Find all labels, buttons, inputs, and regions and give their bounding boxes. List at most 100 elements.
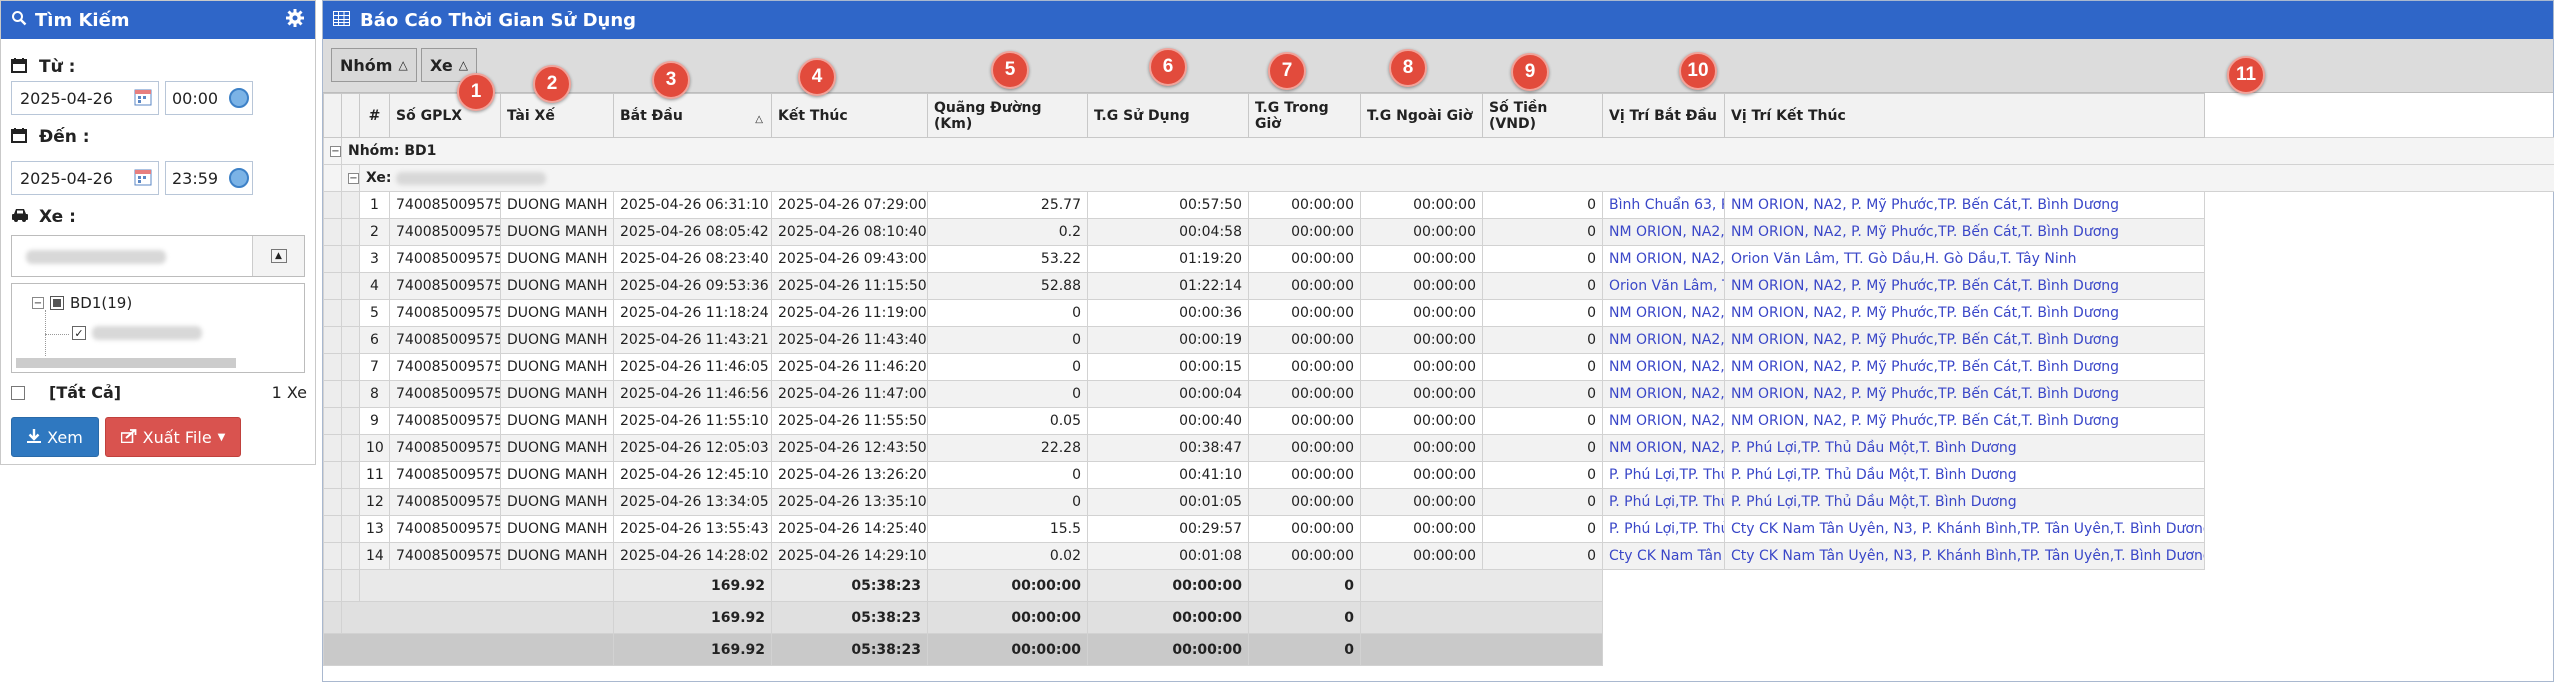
view-button[interactable]: Xem [11,417,99,457]
group-expander[interactable]: − [323,137,342,165]
end-time-cell: 2025-04-26 11:55:50 [771,407,928,435]
end-location-link[interactable]: P. Phú Lợi,TP. Thủ Dầu Một,T. Bình Dương [1724,461,2205,489]
row-gutter [341,488,360,516]
end-location-link[interactable]: NM ORION, NA2, P. Mỹ Phước,TP. Bến Cát,T… [1724,191,2205,219]
start-location-link[interactable]: NM ORION, NA2, P. Mỹ Phước,TP. Bến Cát,T… [1602,407,1725,435]
date-picker-icon[interactable] [133,167,155,189]
column-header-start-location[interactable]: Vị Trí Bắt Đầu [1602,93,1725,138]
end-location-link[interactable]: NM ORION, NA2, P. Mỹ Phước,TP. Bến Cát,T… [1724,218,2205,246]
start-time-cell: 2025-04-26 11:43:21 [613,326,772,354]
start-location-link[interactable]: NM ORION, NA2, P. Mỹ Phước,TP. Bến Cát,T… [1602,299,1725,327]
clock-icon[interactable] [229,88,249,108]
select-all-checkbox[interactable] [11,385,25,400]
end-location-link[interactable]: NM ORION, NA2, P. Mỹ Phước,TP. Bến Cát,T… [1724,407,2205,435]
table-row[interactable]: 1 740085009575 DUONG MANH 2025-04-26 06:31:… [323,191,2554,219]
start-time-cell: 2025-04-26 12:05:03 [613,434,772,462]
collapse-icon[interactable]: − [330,145,341,157]
license-cell: 740085009575 [389,272,501,300]
end-location-link[interactable]: NM ORION, NA2, P. Mỹ Phước,TP. Bến Cát,T… [1724,299,2205,327]
table-row[interactable]: 4 740085009575 DUONG MANH 2025-04-26 09:53:… [323,272,2554,300]
end-location-link[interactable]: Cty CK Nam Tân Uyên, N3, P. Khánh Bình,T… [1724,542,2205,570]
group-chip-nhom[interactable]: Nhóm △ [331,48,417,82]
date-picker-icon[interactable] [133,87,155,109]
start-location-link[interactable]: Cty CK Nam Tân Uyên, N3, P. Khánh Bình,T… [1602,542,1725,570]
to-date-input[interactable]: 2025-04-26 [11,161,159,195]
start-location-link[interactable]: NM ORION, NA2, P. Mỹ Phước,TP. Bến Cát,T… [1602,434,1725,462]
vehicle-group-expander[interactable]: − [341,164,360,192]
driver-cell: DUONG MANH [500,515,614,543]
from-date-input[interactable]: 2025-04-26 [11,81,159,115]
tree-collapse-icon[interactable]: − [32,297,44,309]
start-location-link[interactable]: Orion Văn Lâm, TT. Gò Dầu,H. Gò Dầu,T. T… [1602,272,1725,300]
start-location-link[interactable]: NM ORION, NA2, P. Mỹ Phước,TP. Bến Cát,T… [1602,218,1725,246]
select-all-label: [Tất Cả] [49,383,122,402]
start-location-link[interactable]: NM ORION, NA2, P. Mỹ Phước,TP. Bến Cát,T… [1602,353,1725,381]
table-row[interactable]: 10 740085009575 DUONG MANH 2025-04-26 12:05… [323,434,2554,462]
start-location-link[interactable]: NM ORION, NA2, P. Mỹ Phước,TP. Bến Cát,T… [1602,245,1725,273]
end-location-link[interactable]: P. Phú Lợi,TP. Thủ Dầu Một,T. Bình Dương [1724,488,2205,516]
end-location-link[interactable]: NM ORION, NA2, P. Mỹ Phước,TP. Bến Cát,T… [1724,326,2205,354]
start-location-link[interactable]: NM ORION, NA2, P. Mỹ Phước,TP. Bến Cát,T… [1602,326,1725,354]
column-header-usage-time[interactable]: T.G Sử Dụng [1087,93,1249,138]
row-index: 10 [359,434,390,462]
column-header-start[interactable]: Bắt Đầu △ [613,93,772,138]
end-location-link[interactable]: Orion Văn Lâm, TT. Gò Dầu,H. Gò Dầu,T. T… [1724,245,2205,273]
table-row[interactable]: 6 740085009575 DUONG MANH 2025-04-26 11:43:… [323,326,2554,354]
header-gutter [341,93,360,138]
amount-cell: 0 [1482,272,1603,300]
collapse-button[interactable]: ▲ [252,236,304,276]
column-header-out-hours[interactable]: T.G Ngoài Giờ [1360,93,1483,138]
start-location-link[interactable]: NM ORION, NA2, P. Mỹ Phước,TP. Bến Cát,T… [1602,380,1725,408]
driver-cell: DUONG MANH [500,542,614,570]
collapse-icon[interactable]: − [348,172,359,184]
column-header-in-hours[interactable]: T.G Trong Giờ [1248,93,1361,138]
column-header-distance[interactable]: Quãng Đường (Km) [927,93,1088,138]
table-row[interactable]: 5 740085009575 DUONG MANH 2025-04-26 11:18:… [323,299,2554,327]
table-row[interactable]: 9 740085009575 DUONG MANH 2025-04-26 11:55:… [323,407,2554,435]
start-location-link[interactable]: Bình Chuẩn 63, P. Bình Chuẩn,TP. Thuận A… [1602,191,1725,219]
end-location-link[interactable]: P. Phú Lợi,TP. Thủ Dầu Một,T. Bình Dương [1724,434,2205,462]
row-index: 4 [359,272,390,300]
start-location-link[interactable]: P. Phú Lợi,TP. Thủ Dầu Một,T. Bình Dương [1602,488,1725,516]
table-row[interactable]: 13 740085009575 DUONG MANH 2025-04-26 13:55… [323,515,2554,543]
vehicle-search-input[interactable]: ▲ [11,235,305,277]
end-location-link[interactable]: Cty CK Nam Tân Uyên, N3, P. Khánh Bình,T… [1724,515,2205,543]
tree-group-checkbox[interactable] [50,296,64,310]
license-cell: 740085009575 [389,380,501,408]
column-header-amount[interactable]: Số Tiền (VND) [1482,93,1603,138]
license-cell: 740085009575 [389,218,501,246]
table-row[interactable]: 12 740085009575 DUONG MANH 2025-04-26 13:34… [323,488,2554,516]
start-location-link[interactable]: P. Phú Lợi,TP. Thủ Dầu Một,T. Bình Dương [1602,515,1725,543]
end-location-link[interactable]: NM ORION, NA2, P. Mỹ Phước,TP. Bến Cát,T… [1724,353,2205,381]
tree-vehicle-checkbox[interactable]: ✓ [72,326,86,340]
clock-icon[interactable] [229,168,249,188]
end-location-link[interactable]: NM ORION, NA2, P. Mỹ Phước,TP. Bến Cát,T… [1724,272,2205,300]
row-gutter [323,488,342,516]
from-time-input[interactable]: 00:00 [165,81,253,115]
gear-icon[interactable] [285,8,305,33]
table-row[interactable]: 8 740085009575 DUONG MANH 2025-04-26 11:46:… [323,380,2554,408]
column-header-end[interactable]: Kết Thúc [771,93,928,138]
to-time-input[interactable]: 23:59 [165,161,253,195]
export-file-button[interactable]: Xuất File ▼ [105,417,241,457]
table-row[interactable]: 7 740085009575 DUONG MANH 2025-04-26 11:46:… [323,353,2554,381]
end-location-link[interactable]: NM ORION, NA2, P. Mỹ Phước,TP. Bến Cát,T… [1724,380,2205,408]
column-header-end-location[interactable]: Vị Trí Kết Thúc [1724,93,2205,138]
table-row[interactable]: 14 740085009575 DUONG MANH 2025-04-26 14:28… [323,542,2554,570]
start-location-link[interactable]: P. Phú Lợi,TP. Thủ Dầu Một,T. Bình Dương [1602,461,1725,489]
table-row[interactable]: 2 740085009575 DUONG MANH 2025-04-26 08:05:… [323,218,2554,246]
tree-group-node[interactable]: − BD1(19) [32,294,132,312]
horizontal-scrollbar[interactable] [16,358,236,368]
out-hours-cell: 00:00:00 [1360,245,1483,273]
table-row[interactable]: 3 740085009575 DUONG MANH 2025-04-26 08:23:… [323,245,2554,273]
table-row[interactable]: 11 740085009575 DUONG MANH 2025-04-26 12:45… [323,461,2554,489]
end-time-cell: 2025-04-26 07:29:00 [771,191,928,219]
column-header-index[interactable]: # [359,93,390,138]
row-gutter [341,407,360,435]
driver-cell: DUONG MANH [500,191,614,219]
to-date-value: 2025-04-26 [20,168,113,188]
tree-vehicle-node[interactable]: ✓ [72,326,202,340]
distance-cell: 0 [927,299,1088,327]
from-time-value: 00:00 [172,88,219,108]
in-hours-cell: 00:00:00 [1248,434,1361,462]
